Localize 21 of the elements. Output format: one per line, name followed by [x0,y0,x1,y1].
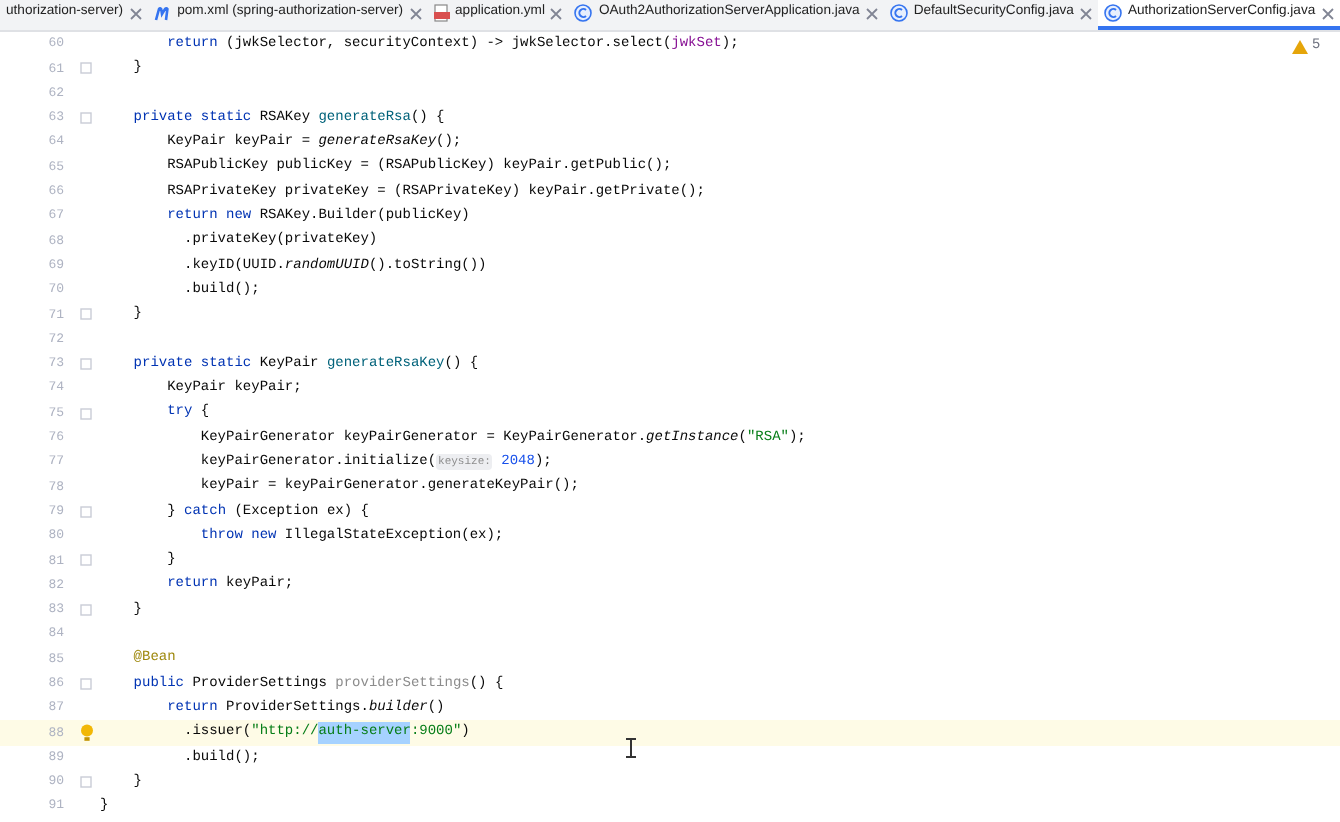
fold-marker-icon[interactable] [80,407,92,420]
text-cursor-icon [626,738,636,758]
close-icon[interactable] [865,7,878,19]
fold-marker-icon[interactable] [80,62,92,75]
fold-marker-icon[interactable] [80,776,92,789]
fold-marker-icon[interactable] [80,308,92,321]
lightbulb-icon[interactable] [79,723,93,742]
close-icon[interactable] [1079,7,1092,19]
fold-marker-icon[interactable] [80,505,92,518]
fold-marker-icon[interactable] [80,603,92,616]
class-c-icon [1103,4,1122,22]
close-icon[interactable] [1321,7,1334,19]
fold-marker-icon[interactable] [80,554,92,567]
fold-marker-icon[interactable] [80,677,92,690]
close-icon[interactable] [550,7,563,19]
fold-marker-icon[interactable] [80,358,92,370]
close-icon[interactable] [409,7,422,19]
yaml-file-icon [433,4,450,22]
maven-m-icon [153,5,172,21]
close-icon[interactable] [129,7,142,19]
fold-marker-icon[interactable] [80,112,92,125]
